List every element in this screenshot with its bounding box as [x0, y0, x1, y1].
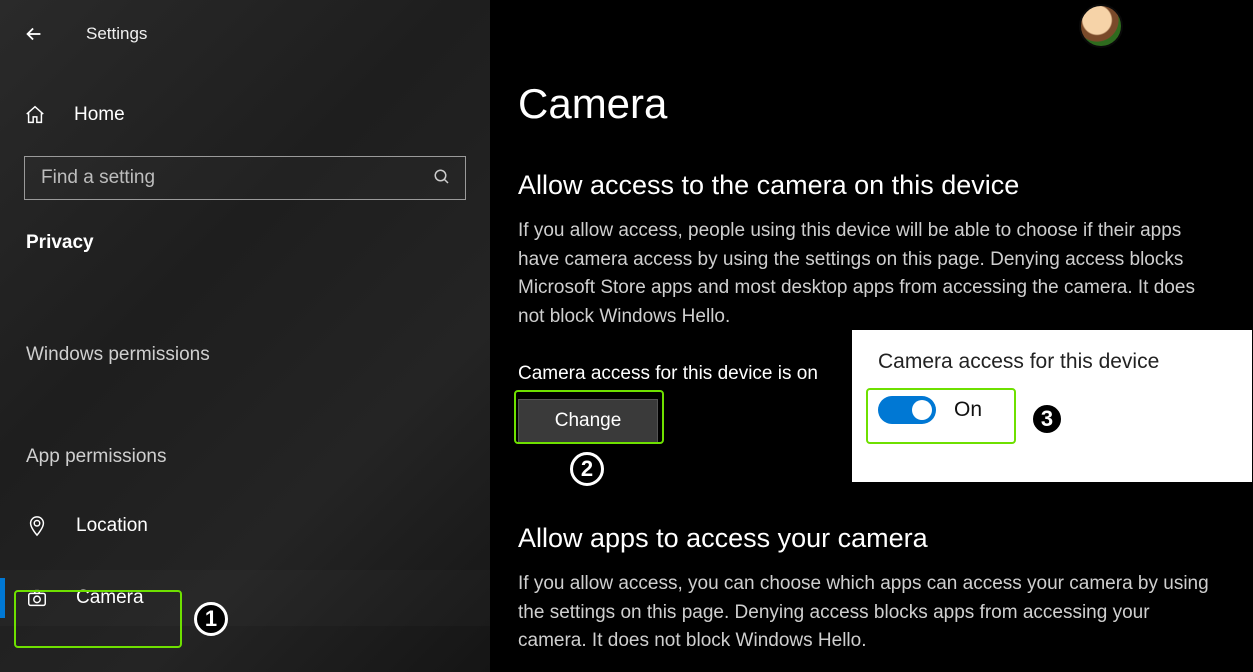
sidebar-group-windows-permissions: Windows permissions — [0, 344, 490, 366]
sidebar-group-app-permissions: App permissions — [0, 446, 490, 468]
location-label: Location — [76, 515, 148, 537]
section-allow-access-title: Allow access to the camera on this devic… — [518, 168, 1213, 203]
sidebar-section-privacy: Privacy — [0, 232, 490, 254]
settings-sidebar: Settings Home Privacy Windows permission… — [0, 0, 490, 672]
app-title: Settings — [86, 24, 147, 44]
camera-access-popup: Camera access for this device On — [852, 330, 1252, 482]
annotation-callout-2: 2 — [570, 452, 604, 486]
camera-access-toggle[interactable] — [878, 396, 936, 424]
location-icon — [26, 515, 52, 537]
back-button[interactable] — [22, 22, 46, 46]
camera-label: Camera — [76, 587, 144, 609]
change-button[interactable]: Change — [518, 399, 658, 443]
page-title: Camera — [518, 80, 1213, 128]
toggle-state-label: On — [954, 398, 982, 422]
sidebar-item-location[interactable]: Location — [0, 498, 490, 554]
home-icon — [24, 104, 50, 126]
sidebar-item-camera[interactable]: Camera — [0, 570, 490, 626]
section-allow-apps-title: Allow apps to access your camera — [518, 521, 1213, 556]
camera-icon — [26, 587, 52, 609]
avatar-icon — [1079, 4, 1123, 48]
sidebar-item-home[interactable]: Home — [0, 92, 490, 138]
home-label: Home — [74, 104, 125, 126]
search-input[interactable] — [41, 167, 433, 189]
search-icon — [433, 168, 453, 188]
popup-title: Camera access for this device — [878, 350, 1226, 374]
arrow-left-icon — [23, 23, 45, 45]
section-allow-apps-body: If you allow access, you can choose whic… — [518, 570, 1213, 656]
search-input-container[interactable] — [24, 156, 466, 200]
section-allow-access-body: If you allow access, people using this d… — [518, 217, 1213, 331]
